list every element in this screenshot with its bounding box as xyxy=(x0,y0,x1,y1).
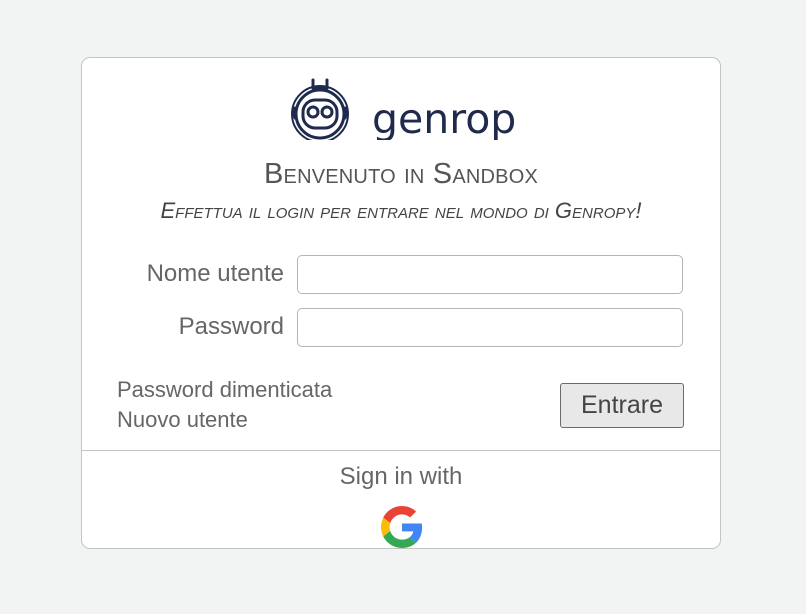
welcome-subtitle: Effettua il login per entrare nel mondo … xyxy=(160,198,642,223)
forgot-password-link[interactable]: Password dimenticata xyxy=(117,377,332,403)
google-signin-button[interactable] xyxy=(381,506,423,548)
login-button[interactable]: Entrare xyxy=(560,383,684,428)
brand-wordmark: genropy xyxy=(372,95,515,140)
login-card: genropy Benvenuto in Sandbox Effettua il… xyxy=(81,57,721,549)
new-user-link[interactable]: Nuovo utente xyxy=(117,407,248,433)
username-label: Nome utente xyxy=(146,260,284,287)
signin-with-label: Sign in with xyxy=(339,463,463,490)
google-icon xyxy=(381,506,423,548)
genropy-logo: genropy xyxy=(291,76,515,140)
welcome-title: Benvenuto in Sandbox xyxy=(263,158,539,190)
username-input[interactable] xyxy=(297,255,683,294)
password-label: Password xyxy=(178,313,284,340)
genropy-mascot-icon: genropy xyxy=(291,78,515,140)
divider xyxy=(82,450,720,451)
password-input[interactable] xyxy=(297,308,683,347)
